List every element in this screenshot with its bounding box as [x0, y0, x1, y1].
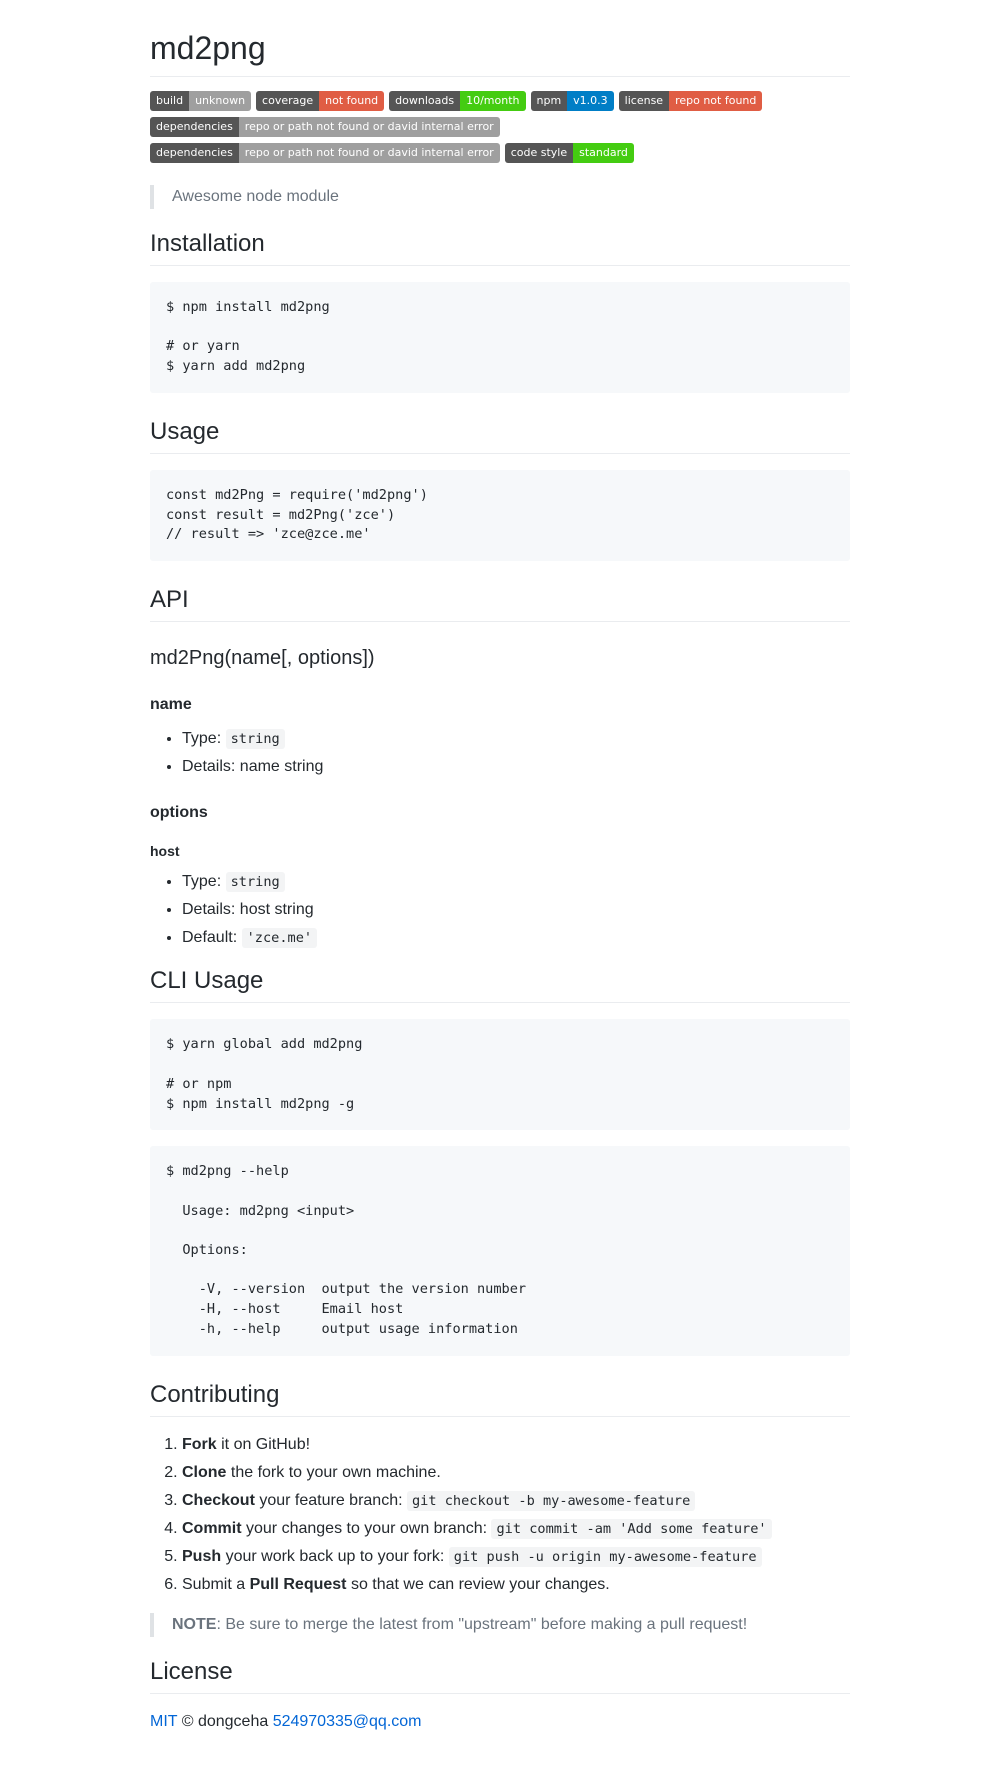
tagline: Awesome node module: [150, 185, 850, 209]
contributing-steps: Fork it on GitHub! Clone the fork to you…: [150, 1433, 850, 1597]
cli-heading: CLI Usage: [150, 966, 850, 1004]
list-item: Submit a Pull Request so that we can rev…: [182, 1573, 850, 1597]
author-email-link[interactable]: 524970335@qq.com: [273, 1713, 422, 1730]
list-item: Type: string: [182, 870, 850, 894]
command-code: git commit -am 'Add some feature': [491, 1518, 772, 1539]
command-code: git checkout -b my-awesome-feature: [407, 1490, 696, 1511]
list-item: Default: 'zce.me': [182, 926, 850, 950]
badge-row: build unknown coverage not found downloads…: [150, 91, 850, 163]
contributing-note: NOTE: Be sure to merge the latest from "…: [150, 1612, 850, 1637]
list-item: Checkout your feature branch: git checko…: [182, 1489, 850, 1513]
name-param-list: Type: string Details: name string: [150, 727, 850, 779]
list-item: Fork it on GitHub!: [182, 1433, 850, 1457]
list-item: Clone the fork to your own machine.: [182, 1461, 850, 1485]
api-heading: API: [150, 585, 850, 622]
host-option-list: Type: string Details: host string Defaul…: [150, 870, 850, 950]
license-heading: License: [150, 1657, 850, 1694]
default-code: 'zce.me': [241, 928, 318, 949]
api-signature: md2Png(name[, options]): [150, 646, 375, 669]
code-style-badge[interactable]: code style standard: [504, 143, 634, 163]
list-item: Push your work back up to your fork: git…: [182, 1545, 850, 1569]
list-item: Commit your changes to your own branch: …: [182, 1517, 850, 1541]
host-option-heading: host: [150, 842, 180, 859]
list-item: Type: string: [182, 727, 850, 751]
license-line: MIT © dongceha 524970335@qq.com: [150, 1712, 422, 1730]
build-badge[interactable]: build unknown: [150, 91, 252, 111]
downloads-badge[interactable]: downloads 10/month: [389, 91, 526, 111]
installation-heading: Installation: [150, 229, 850, 266]
list-item: Details: name string: [182, 755, 850, 779]
installation-code: $ npm install md2png # or yarn $ yarn ad…: [150, 282, 850, 393]
mit-license-link[interactable]: MIT: [150, 1713, 177, 1730]
type-code: string: [225, 872, 285, 893]
usage-code: const md2Png = require('md2png') const r…: [150, 469, 850, 561]
cli-help-code: $ md2png --help Usage: md2png <input> Op…: [150, 1146, 850, 1356]
name-param-heading: name: [150, 695, 192, 713]
page-title: md2png: [150, 28, 850, 77]
usage-heading: Usage: [150, 417, 850, 454]
options-param-heading: options: [150, 803, 208, 821]
list-item: Details: host string: [182, 898, 850, 922]
command-code: git push -u origin my-awesome-feature: [448, 1546, 762, 1567]
cli-install-code: $ yarn global add md2png # or npm $ npm …: [150, 1019, 850, 1131]
readme-page: md2png build unknown coverage not found do…: [150, 0, 850, 1734]
contributing-heading: Contributing: [150, 1380, 850, 1417]
dev-dependencies-badge[interactable]: dependencies repo or path not found or da…: [150, 143, 500, 163]
dependencies-badge[interactable]: dependencies repo or path not found or da…: [150, 117, 500, 137]
coverage-badge[interactable]: coverage not found: [256, 91, 385, 111]
npm-badge[interactable]: npm v1.0.3: [530, 91, 614, 111]
license-badge[interactable]: license repo not found: [618, 91, 763, 111]
type-code: string: [225, 728, 285, 749]
